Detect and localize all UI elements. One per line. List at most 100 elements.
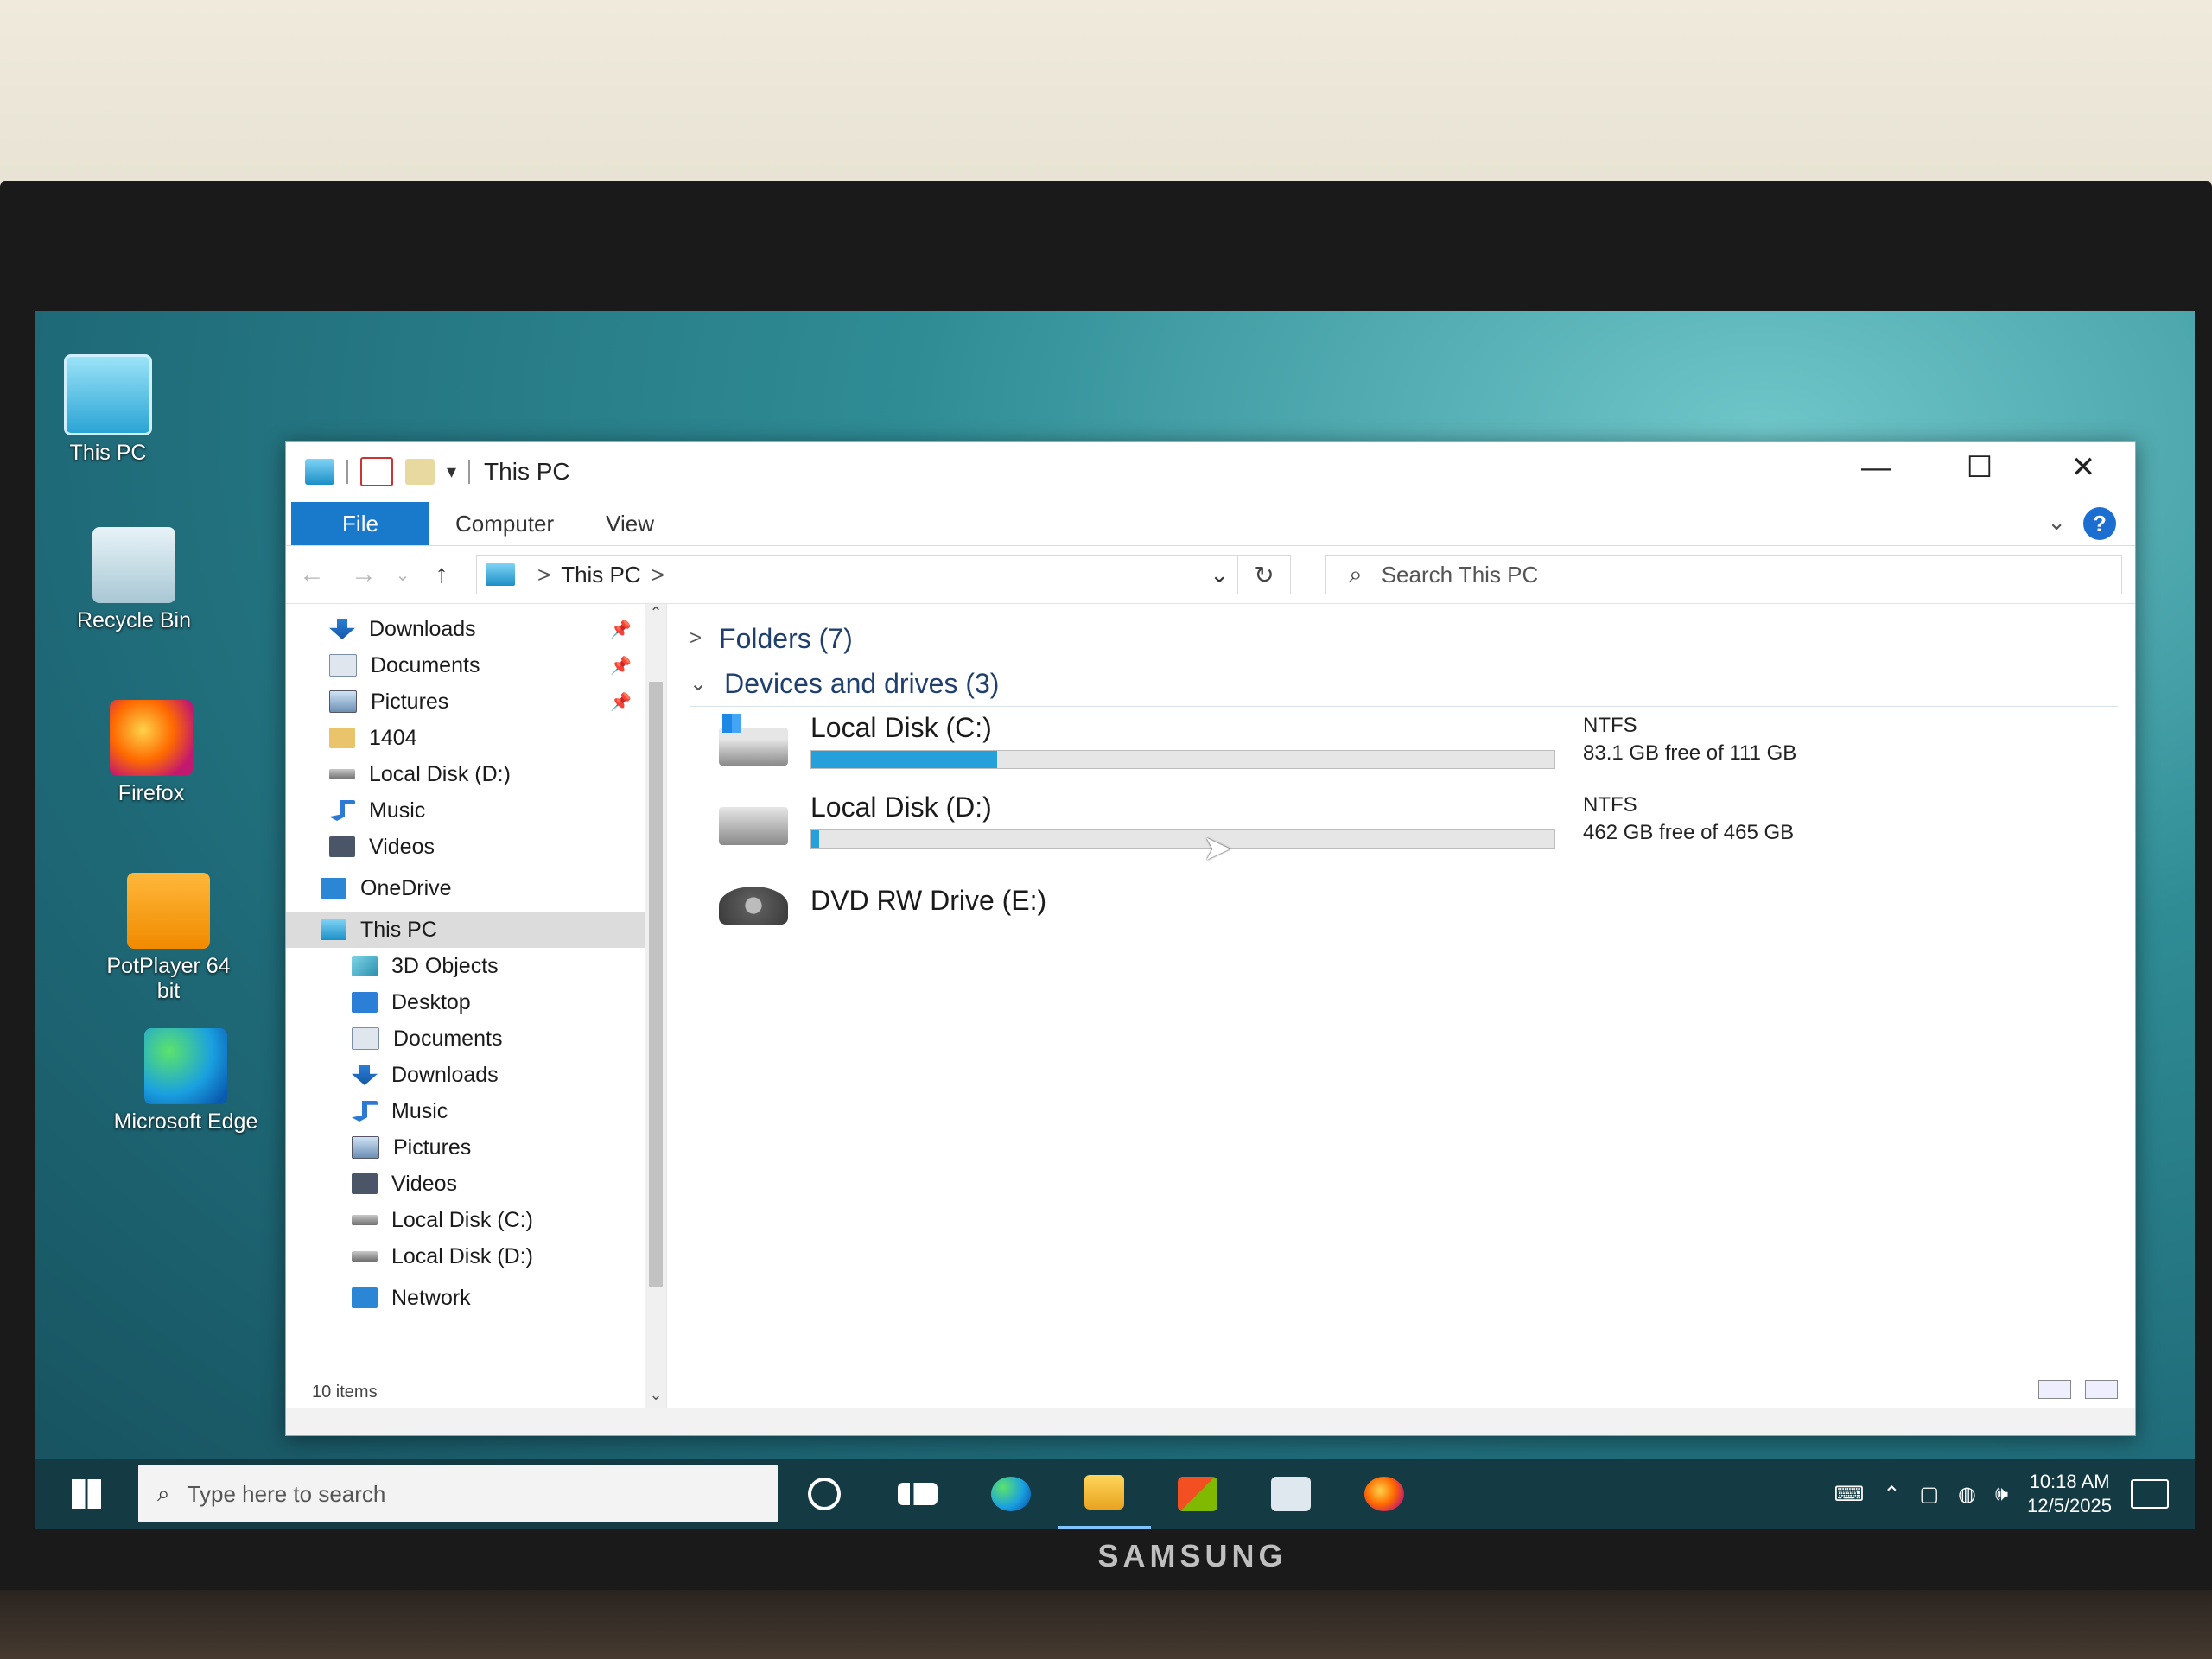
drive-item-d[interactable]: Local Disk (D:) NTFS 462 GB free of 465 … [667, 786, 2135, 866]
search-box[interactable]: ⌕ Search This PC [1325, 555, 2122, 594]
maximize-button[interactable]: ☐ [1928, 442, 2031, 493]
show-hidden-icons-icon[interactable]: ⌃ [1883, 1482, 1900, 1507]
nav-item-this-pc[interactable]: This PC [286, 912, 666, 948]
desktop-icon-potplayer[interactable]: PotPlayer 64 bit [95, 873, 242, 1004]
desktop-screen: This PC Recycle Bin Firefox PotPlayer 64… [35, 311, 2195, 1529]
nav-item-local-disk-c[interactable]: Local Disk (C:) [286, 1202, 666, 1238]
music-icon [329, 800, 355, 821]
nav-item-music[interactable]: Music [286, 1093, 666, 1129]
taskbar-file-explorer[interactable] [1058, 1459, 1151, 1529]
breadcrumb-separator[interactable]: > [652, 562, 664, 588]
tab-file[interactable]: File [291, 502, 429, 545]
properties-icon[interactable] [360, 457, 393, 486]
nav-item-label: Music [391, 1098, 448, 1123]
back-button[interactable]: ← [286, 560, 338, 589]
nav-item-pictures[interactable]: Pictures 📌 [286, 683, 666, 720]
pin-icon: 📌 [610, 692, 632, 712]
up-button[interactable]: ↑ [416, 560, 467, 589]
taskbar-search[interactable]: ⌕ Type here to search [138, 1465, 778, 1522]
address-dropdown-icon[interactable]: ⌄ [1210, 562, 1229, 588]
this-pc-icon [305, 459, 334, 485]
nav-item-label: 3D Objects [391, 953, 499, 978]
drive-free-space: 462 GB free of 465 GB [1583, 821, 1795, 844]
scrollbar-thumb[interactable] [649, 682, 663, 1287]
nav-item-1404[interactable]: 1404 [286, 720, 666, 756]
nav-item-documents[interactable]: Documents [286, 1020, 666, 1057]
taskbar-edge[interactable] [964, 1459, 1058, 1529]
search-placeholder: Search This PC [1381, 561, 1539, 588]
nav-item-label: Downloads [391, 1062, 499, 1087]
this-pc-icon [486, 563, 515, 586]
desktop-icon-label: PotPlayer 64 bit [106, 954, 231, 1003]
desktop-icon-this-pc[interactable]: This PC [35, 354, 181, 466]
group-folders[interactable]: > Folders (7) [667, 616, 2135, 661]
disk-icon [329, 769, 355, 779]
new-folder-icon[interactable] [405, 459, 435, 485]
nav-item-pictures[interactable]: Pictures [286, 1129, 666, 1166]
drive-usage-fill [811, 751, 997, 768]
desktop-icon-recycle-bin[interactable]: Recycle Bin [60, 527, 207, 633]
expand-ribbon-icon[interactable]: ⌄ [2047, 509, 2066, 536]
hard-drive-icon [719, 807, 788, 845]
nav-item-label: OneDrive [360, 875, 452, 900]
content-pane: > Folders (7) ⌄ Devices and drives (3) L… [667, 604, 2135, 1408]
notification-center-icon[interactable] [2131, 1479, 2169, 1509]
network-icon[interactable]: ◍ [1958, 1482, 1976, 1507]
nav-item-3d-objects[interactable]: 3D Objects [286, 948, 666, 984]
taskbar-store[interactable] [1151, 1459, 1244, 1529]
keyboard-icon[interactable]: ⌨ [1834, 1482, 1865, 1507]
minimize-button[interactable]: — [1824, 442, 1928, 493]
taskbar-mail[interactable] [1244, 1459, 1338, 1529]
forward-button[interactable]: → [338, 560, 390, 589]
volume-icon[interactable]: 🕪 [1995, 1482, 2008, 1506]
search-icon: ⌕ [1349, 560, 1363, 588]
customize-toolbar-icon[interactable]: ▾ [447, 461, 456, 483]
start-button[interactable] [35, 1459, 138, 1529]
nav-item-onedrive[interactable]: OneDrive [286, 870, 666, 906]
nav-item-local-disk-d[interactable]: Local Disk (D:) [286, 1238, 666, 1274]
disk-icon [352, 1251, 378, 1262]
scroll-down-icon[interactable]: ⌄ [645, 1386, 666, 1404]
cortana-button[interactable] [778, 1459, 871, 1529]
close-button[interactable]: ✕ [2031, 442, 2135, 493]
group-devices[interactable]: ⌄ Devices and drives (3) [667, 661, 2135, 706]
nav-item-desktop[interactable]: Desktop [286, 984, 666, 1020]
clock[interactable]: 10:18 AM 12/5/2025 [2027, 1470, 2112, 1518]
nav-item-label: Videos [369, 834, 435, 859]
nav-item-videos[interactable]: Videos [286, 829, 666, 865]
taskbar-firefox[interactable] [1338, 1459, 1431, 1529]
details-view-button[interactable] [2038, 1380, 2071, 1399]
drive-item-e[interactable]: DVD RW Drive (E:) [667, 866, 2135, 945]
3d-objects-icon [352, 956, 378, 976]
recent-locations-button[interactable]: ⌄ [390, 564, 416, 586]
task-view-button[interactable] [871, 1459, 964, 1529]
refresh-button[interactable]: ↻ [1238, 555, 1291, 594]
navigation-scrollbar[interactable]: ⌃ ⌄ [645, 604, 666, 1408]
nav-item-videos[interactable]: Videos [286, 1166, 666, 1202]
breadcrumb-this-pc[interactable]: This PC [561, 562, 640, 588]
nav-item-local-disk-d[interactable]: Local Disk (D:) [286, 756, 666, 792]
address-bar[interactable]: > This PC > ⌄ [476, 555, 1238, 594]
meet-now-icon[interactable]: ▢ [1919, 1482, 1939, 1507]
desktop-icon-firefox[interactable]: Firefox [78, 700, 225, 806]
nav-item-documents[interactable]: Documents 📌 [286, 647, 666, 683]
videos-icon [352, 1173, 378, 1194]
nav-item-label: Downloads [369, 616, 476, 641]
nav-item-network[interactable]: Network [286, 1280, 666, 1316]
nav-item-label: Music [369, 798, 426, 823]
view-toggle [2038, 1380, 2118, 1399]
nav-item-downloads[interactable]: Downloads 📌 [286, 611, 666, 647]
help-button[interactable]: ? [2083, 507, 2116, 540]
nav-item-downloads[interactable]: Downloads [286, 1057, 666, 1093]
desktop-icon-edge[interactable]: Microsoft Edge [112, 1028, 259, 1135]
tab-view[interactable]: View [580, 502, 680, 545]
navigation-list: Downloads 📌 Documents 📌 Pictures 📌 1404 Local D… [286, 604, 666, 1316]
scroll-up-icon[interactable]: ⌃ [645, 604, 666, 622]
nav-item-music[interactable]: Music [286, 792, 666, 829]
navigation-bar: ← → ⌄ ↑ > This PC > ⌄ ↻ ⌕ Search This PC [286, 546, 2135, 604]
tab-computer[interactable]: Computer [429, 502, 580, 545]
large-icons-view-button[interactable] [2085, 1380, 2118, 1399]
pin-icon: 📌 [610, 620, 632, 639]
drive-item-c[interactable]: Local Disk (C:) NTFS 83.1 GB free of 111… [667, 707, 2135, 786]
mail-icon [1271, 1477, 1311, 1511]
